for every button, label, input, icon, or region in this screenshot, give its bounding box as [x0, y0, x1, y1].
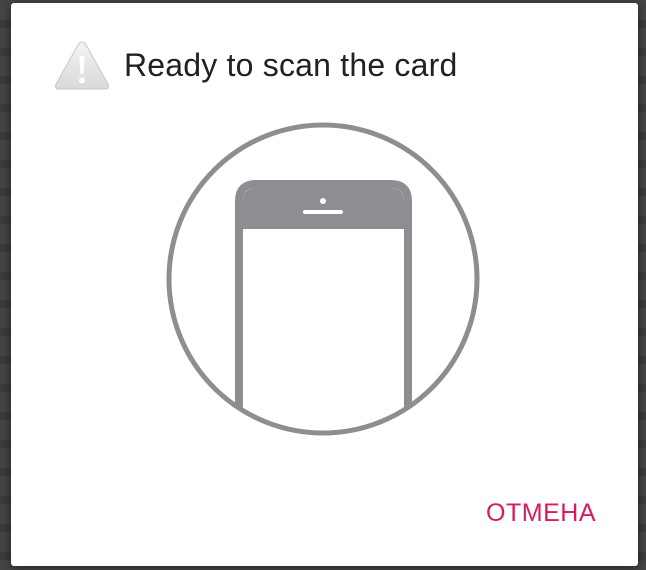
cancel-button[interactable]: ОТМЕНА: [480, 493, 602, 533]
dialog-header: Ready to scan the card: [53, 39, 457, 91]
dialog-title: Ready to scan the card: [124, 46, 458, 83]
phone-icon: [235, 180, 412, 433]
phone-in-circle-icon: [166, 122, 480, 436]
warning-icon: [54, 41, 110, 90]
nfc-scan-dialog: Ready to scan the card ОТМЕНА: [11, 3, 638, 566]
